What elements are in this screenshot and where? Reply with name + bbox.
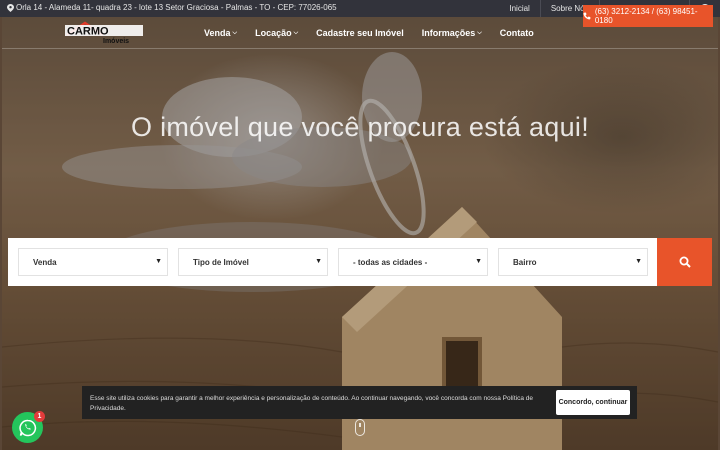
select-bairro-value: Bairro: [513, 257, 537, 267]
map-pin-icon: [7, 3, 14, 12]
select-negocio-value: Venda: [33, 257, 57, 267]
nav-informacoes-label: Informações: [421, 28, 476, 38]
logo-main-text: CARMO: [67, 26, 109, 38]
nav-contato[interactable]: Contato: [500, 28, 534, 38]
caret-down-icon: ▼: [475, 258, 482, 265]
carmo-logo: CARMO Imóveis: [65, 21, 143, 45]
chevron-down-icon: ⌵: [232, 29, 238, 36]
logo-sub-text: Imóveis: [103, 38, 129, 45]
address: Orla 14 - Alameda 11- quadra 23 - lote 1…: [7, 3, 337, 12]
phone-button[interactable]: (63) 3212-2134 / (63) 98451-0180: [583, 5, 713, 27]
phone-number: (63) 3212-2134 / (63) 98451-0180: [594, 7, 698, 25]
nav-contato-label: Contato: [499, 28, 534, 38]
caret-down-icon: ▼: [155, 258, 162, 265]
main-nav: Venda ⌵ Locação ⌵ Cadastre seu Imóvel Info…: [204, 17, 534, 49]
nav-informacoes[interactable]: Informações ⌵: [422, 28, 482, 38]
search-bar: Venda ▼ Tipo de Imóvel ▼ - todas as cida…: [8, 238, 712, 286]
chevron-down-icon: ⌵: [477, 29, 482, 36]
nav-venda-label: Venda: [204, 28, 231, 38]
link-inicial[interactable]: Inicial: [499, 0, 539, 17]
caret-down-icon: ▼: [635, 258, 642, 265]
chevron-down-icon: ⌵: [293, 29, 299, 36]
hero-headline: O imóvel que você procura está aqui!: [130, 112, 590, 142]
logo[interactable]: CARMO Imóveis: [63, 19, 145, 45]
select-cidade-value: - todas as cidades -: [353, 257, 428, 267]
scroll-mouse-icon: [355, 419, 365, 436]
select-bairro[interactable]: Bairro ▼: [498, 248, 648, 276]
address-text: Orla 14 - Alameda 11- quadra 23 - lote 1…: [16, 3, 337, 12]
cookie-banner: Esse site utiliza cookies para garantir …: [82, 386, 637, 419]
select-tipo-imovel-value: Tipo de Imóvel: [193, 257, 249, 267]
nav-cadastre[interactable]: Cadastre seu Imóvel: [316, 28, 404, 38]
nav-locacao-label: Locação: [255, 28, 292, 38]
nav-venda[interactable]: Venda ⌵: [204, 28, 237, 38]
search-button[interactable]: [657, 238, 712, 286]
cookie-accept-button[interactable]: Concordo, continuar: [556, 390, 630, 415]
cookie-text: Esse site utiliza cookies para garantir …: [90, 395, 533, 412]
select-negocio[interactable]: Venda ▼: [18, 248, 168, 276]
select-cidade[interactable]: - todas as cidades - ▼: [338, 248, 488, 276]
phone-icon: [583, 12, 591, 20]
notification-badge: 1: [34, 411, 45, 422]
nav-locacao[interactable]: Locação ⌵: [255, 28, 298, 38]
select-tipo-imovel[interactable]: Tipo de Imóvel ▼: [178, 248, 328, 276]
search-icon: [679, 256, 691, 268]
nav-cadastre-label: Cadastre seu Imóvel: [316, 28, 404, 38]
caret-down-icon: ▼: [315, 258, 322, 265]
whatsapp-icon: [18, 419, 36, 436]
